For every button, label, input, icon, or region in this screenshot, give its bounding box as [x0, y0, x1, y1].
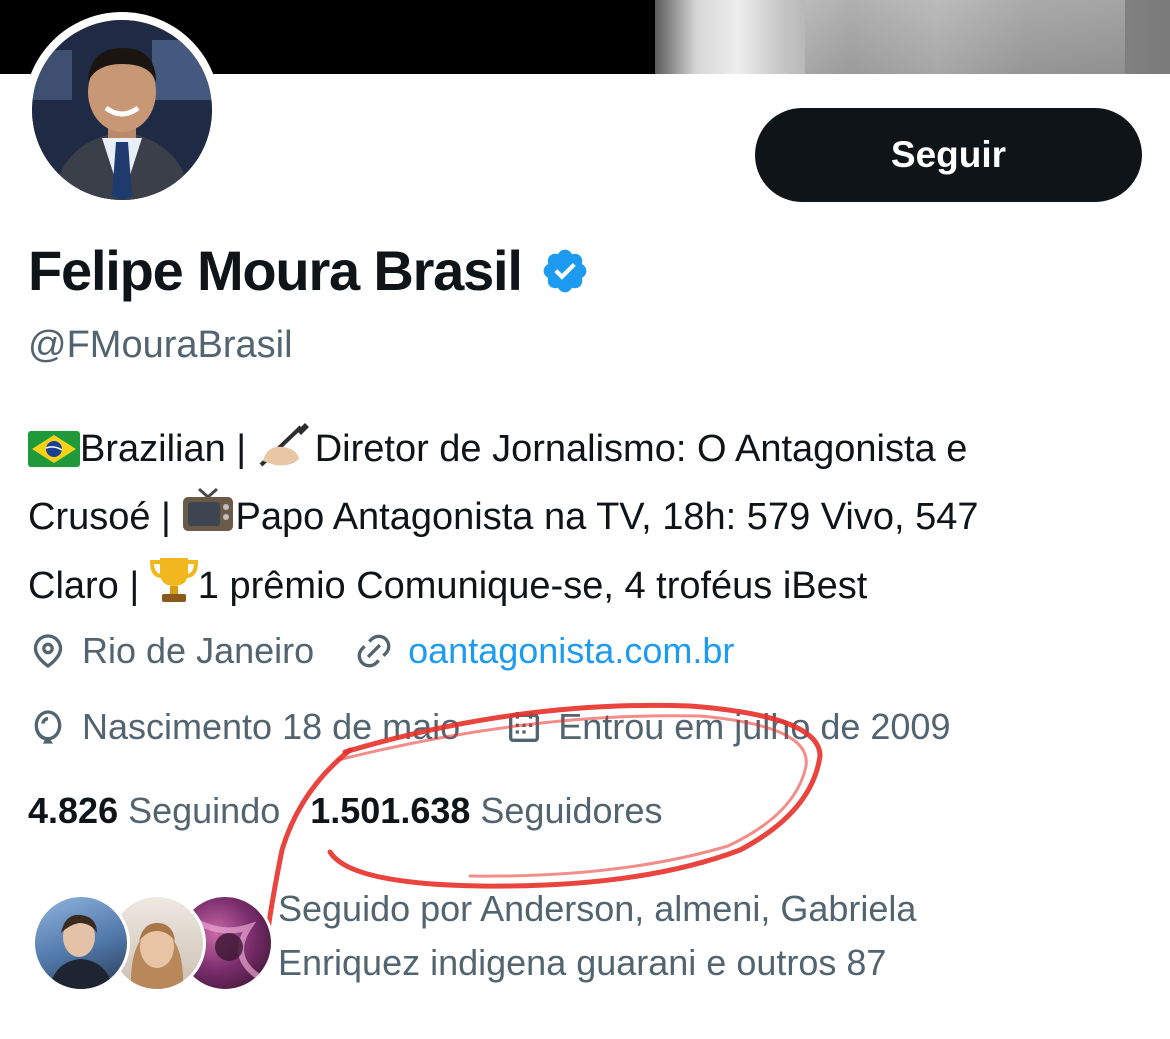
followed-by-line: Seguido por Anderson, almeni, Gabriela: [278, 888, 917, 929]
bio-text-2b: Papo Antagonista na TV, 18h: 579 Vivo, 5…: [235, 496, 979, 538]
following-stat[interactable]: 4.826 Seguindo: [28, 790, 280, 832]
followers-stat[interactable]: 1.501.638 Seguidores: [310, 790, 662, 832]
avatar-portrait-icon: [32, 20, 212, 200]
brazil-flag-icon: [28, 424, 80, 486]
profile-bio: Brazilian | Diretor de Jornalismo: O Ant…: [28, 418, 1148, 623]
bio-line: Claro | 1 prêmio Comunique-se, 4 troféus…: [28, 554, 1148, 623]
following-label: Seguindo: [128, 790, 281, 831]
followers-label: Seguidores: [480, 790, 663, 831]
follower-avatar: [32, 894, 130, 992]
link-icon: [357, 634, 391, 668]
avatar-photo: [32, 20, 212, 200]
followed-by-line: Enriquez indigena guarani e outros 87: [278, 942, 887, 983]
profile-meta-row-1: Rio de Janeiro oantagonista.com.br: [28, 630, 774, 672]
bio-text-1b: Diretor de Jornalismo: O Antagonista e: [314, 428, 968, 470]
writing-hand-icon: [257, 421, 315, 486]
profile-name-row: Felipe Moura Brasil: [28, 238, 590, 303]
television-icon: [181, 487, 235, 554]
calendar-icon: [509, 712, 540, 742]
balloon-icon: [34, 710, 62, 744]
location-pin-icon: [33, 634, 63, 669]
followed-by-text[interactable]: Seguido por Anderson, almeni, Gabriela E…: [278, 882, 1058, 990]
profile-birthday: Nascimento 18 de maio: [28, 706, 460, 748]
bio-text-2a: Crusoé |: [28, 496, 182, 538]
trophy-icon: [149, 554, 198, 623]
profile-joined: Entrou em julho de 2009: [504, 706, 950, 748]
bio-text-3b: 1 prêmio Comunique-se, 4 troféus iBest: [197, 565, 868, 607]
website-link[interactable]: oantagonista.com.br: [408, 630, 734, 672]
bio-line: Brazilian | Diretor de Jornalismo: O Ant…: [28, 418, 1148, 486]
followers-count: 1.501.638: [310, 790, 471, 831]
profile-website[interactable]: oantagonista.com.br: [354, 630, 734, 672]
profile-avatar[interactable]: [24, 12, 220, 208]
followed-by-avatars[interactable]: [32, 894, 274, 992]
bio-text-3a: Claro |: [28, 565, 150, 607]
profile-handle: @FMouraBrasil: [28, 324, 293, 366]
profile-name: Felipe Moura Brasil: [28, 239, 523, 302]
joined-text: Entrou em julho de 2009: [558, 706, 951, 747]
bio-line: Crusoé | Papo Antagonista na TV, 18h: 57…: [28, 486, 1148, 554]
profile-stats: 4.826 Seguindo 1.501.638 Seguidores: [28, 790, 693, 832]
profile-location: Rio de Janeiro: [28, 630, 314, 672]
verified-badge-icon[interactable]: [540, 246, 590, 296]
follow-button[interactable]: Seguir: [755, 108, 1142, 202]
following-count: 4.826: [28, 790, 119, 831]
birthday-text: Nascimento 18 de maio: [82, 706, 461, 747]
bio-text-1a: Brazilian |: [80, 428, 257, 470]
banner-photo: [655, 0, 1170, 74]
profile-meta-row-2: Nascimento 18 de maio Entrou em julho de…: [28, 706, 990, 748]
location-text: Rio de Janeiro: [82, 630, 315, 671]
